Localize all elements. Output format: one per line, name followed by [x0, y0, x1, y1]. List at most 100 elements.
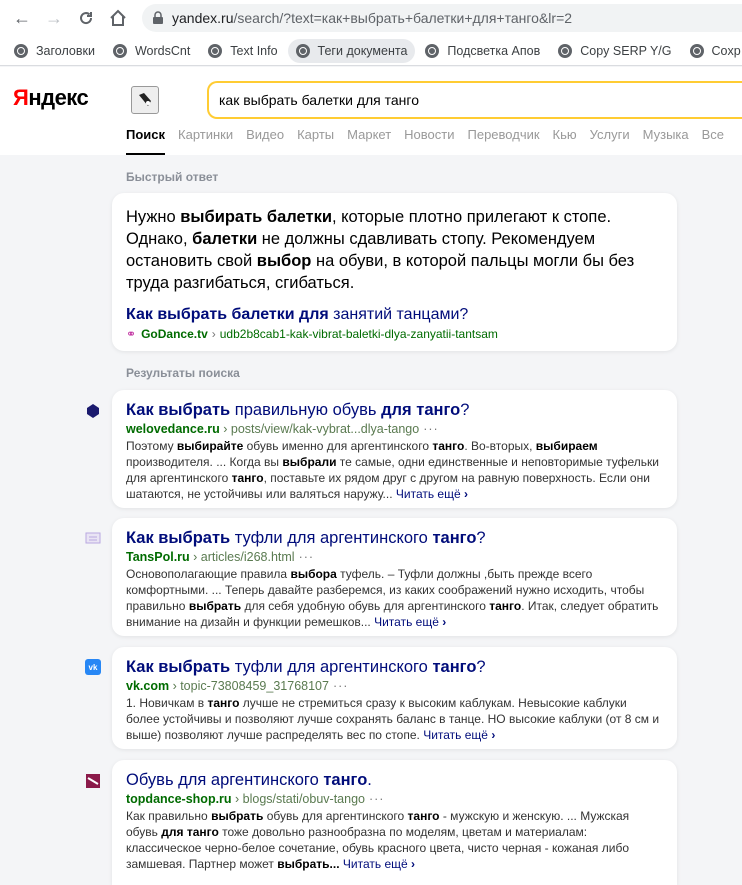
- result-url[interactable]: topdance-shop.ru › blogs/stati/obuv-tang…: [126, 791, 663, 808]
- highlighted-text: выбирайте: [176, 439, 244, 453]
- result-title[interactable]: Обувь для аргентинского танго.: [126, 770, 663, 791]
- highlighted-text: Как выбрать: [126, 529, 231, 547]
- highlighted-text: танго: [489, 599, 522, 613]
- highlighted-text: выбор: [256, 252, 312, 270]
- result-url[interactable]: welovedance.ru › posts/view/kak-vybrat..…: [126, 421, 663, 438]
- text-fragment: обувь для аргентинского: [263, 809, 408, 823]
- text-fragment: Основополагающие правила: [126, 567, 291, 581]
- tab-video[interactable]: Видео: [246, 127, 284, 155]
- text-fragment: туфли для аргентинского: [230, 529, 433, 547]
- highlighted-text: Как выбрать: [126, 658, 231, 676]
- tab-translator[interactable]: Переводчик: [468, 127, 540, 155]
- bookmark-wordscnt[interactable]: WordsCnt: [105, 39, 198, 63]
- highlighted-text: танго: [231, 471, 264, 485]
- text-fragment: обувь именно для аргентинского: [243, 439, 433, 453]
- tab-q[interactable]: Кью: [553, 127, 577, 155]
- quick-answer-card: Нужно выбирать балетки, которые плотно п…: [112, 193, 677, 351]
- tab-all[interactable]: Все: [702, 127, 724, 155]
- quick-answer-text: Нужно выбирать балетки, которые плотно п…: [126, 206, 663, 294]
- search-result: Как выбрать туфли для аргентинского танг…: [112, 518, 677, 636]
- tab-search[interactable]: Поиск: [126, 127, 166, 155]
- shoe-app-icon[interactable]: [131, 86, 159, 114]
- text-fragment: туфли для аргентинского: [230, 658, 433, 676]
- result-url[interactable]: vk.com › topic-73808459_31768107 ···: [126, 678, 663, 695]
- highlighted-text: Как выбрать: [126, 401, 231, 419]
- tab-music[interactable]: Музыка: [643, 127, 689, 155]
- link-icon: ⚭: [126, 327, 137, 341]
- more-options-icon[interactable]: ···: [369, 792, 385, 806]
- result-url[interactable]: TansPol.ru › articles/i268.html ···: [126, 549, 663, 566]
- highlighted-text: выбрать: [211, 809, 264, 823]
- read-more-link[interactable]: Читать ещё: [423, 728, 495, 742]
- bookmark-zagolovki[interactable]: Заголовки: [6, 39, 103, 63]
- result-snippet: Как правильно выбрать обувь для аргентин…: [126, 808, 663, 872]
- text-fragment: ?: [476, 529, 486, 547]
- tab-market[interactable]: Маркет: [347, 127, 391, 155]
- tab-services[interactable]: Услуги: [590, 127, 630, 155]
- text-fragment: ?: [476, 658, 486, 676]
- bookmarks-bar: Заголовки WordsCnt Text Info Теги докуме…: [0, 36, 742, 66]
- search-box[interactable]: [207, 81, 742, 119]
- globe-icon: [295, 43, 310, 58]
- search-tabs: Поиск Картинки Видео Карты Маркет Новост…: [126, 127, 737, 155]
- bookmark-podsvetka-apov[interactable]: Подсветка Апов: [417, 39, 548, 63]
- bookmark-copy-serp[interactable]: Copy SERP Y/G: [550, 39, 679, 63]
- read-more-link[interactable]: Читать ещё: [374, 615, 446, 629]
- globe-icon: [689, 43, 704, 58]
- browser-toolbar: ← → yandex.ru/search/?text=как+выбрать+б…: [0, 0, 742, 36]
- tab-images[interactable]: Картинки: [178, 127, 233, 155]
- highlighted-text: выбрали: [282, 455, 337, 469]
- more-options-icon[interactable]: ···: [333, 679, 349, 693]
- bookmark-tegi-dokumenta[interactable]: Теги документа: [287, 38, 416, 63]
- tanspol-favicon-icon: [85, 530, 101, 546]
- home-icon[interactable]: [106, 6, 130, 30]
- search-result: Как выбрать туфли для аргентинского танг…: [112, 647, 677, 749]
- address-url: yandex.ru/search/?text=как+выбрать+балет…: [172, 10, 573, 26]
- highlighted-text: для танго: [381, 401, 461, 419]
- globe-icon: [14, 43, 28, 58]
- text-fragment: для себя удобную обувь для аргентинского: [241, 599, 490, 613]
- address-bar[interactable]: yandex.ru/search/?text=как+выбрать+балет…: [142, 4, 742, 32]
- result-snippet: 1. Новичкам в танго лучше не стремиться …: [126, 695, 663, 743]
- result-title[interactable]: Как выбрать правильную обувь для танго?: [126, 400, 663, 421]
- search-input[interactable]: [219, 92, 742, 108]
- tab-maps[interactable]: Карты: [297, 127, 334, 155]
- back-arrow-icon[interactable]: ←: [10, 6, 34, 30]
- highlighted-text: выбираем: [535, 439, 598, 453]
- highlighted-text: выбирать балетки: [180, 208, 332, 226]
- forward-arrow-icon[interactable]: →: [42, 6, 66, 30]
- highlighted-text: танго: [432, 529, 477, 547]
- highlighted-text: танго: [323, 771, 368, 789]
- bookmark-coxp[interactable]: Coxp: [682, 39, 742, 63]
- text-fragment: Поэтому: [126, 439, 177, 453]
- bookmark-text-info[interactable]: Text Info: [200, 39, 285, 63]
- text-fragment: .: [367, 771, 372, 789]
- text-fragment: Нужно: [126, 208, 181, 226]
- result-snippet: Основополагающие правила выбора туфель. …: [126, 566, 663, 630]
- search-result: Как выбрать правильную обувь для танго? …: [112, 390, 677, 508]
- highlighted-text: балетки: [192, 230, 258, 248]
- text-fragment: Как правильно: [126, 809, 212, 823]
- result-title[interactable]: Как выбрать туфли для аргентинского танг…: [126, 528, 663, 549]
- highlighted-text: танго: [207, 696, 240, 710]
- quick-answer-source[interactable]: ⚭ GoDance.tv › udb2b8cab1-kak-vibrat-balet…: [126, 327, 663, 341]
- reload-icon[interactable]: [74, 6, 98, 30]
- result-snippet: Поэтому выбирайте обувь именно для арген…: [126, 438, 663, 502]
- read-more-link[interactable]: Читать ещё: [343, 857, 415, 871]
- tab-news[interactable]: Новости: [404, 127, 454, 155]
- text-fragment: правильную обувь: [230, 401, 382, 419]
- highlighted-text: выбрать...: [277, 857, 340, 871]
- vk-favicon-icon: vk: [85, 659, 101, 675]
- quick-answer-heading: Быстрый ответ: [126, 170, 219, 184]
- yandex-logo[interactable]: Яндекс: [13, 85, 89, 111]
- text-fragment: . Во-вторых,: [464, 439, 536, 453]
- quick-answer-link[interactable]: Как выбрать балетки для занятий танцами?: [126, 306, 663, 324]
- result-title[interactable]: Как выбрать туфли для аргентинского танг…: [126, 657, 663, 678]
- highlighted-text: танго: [432, 439, 465, 453]
- results-heading: Результаты поиска: [126, 366, 240, 380]
- read-more-link[interactable]: Читать ещё: [396, 487, 468, 501]
- more-options-icon[interactable]: ···: [423, 422, 439, 436]
- highlighted-text: выбора: [290, 567, 337, 581]
- yandex-header: Яндекс Поиск Картинки Видео Карты Маркет…: [0, 67, 742, 155]
- more-options-icon[interactable]: ···: [299, 550, 315, 564]
